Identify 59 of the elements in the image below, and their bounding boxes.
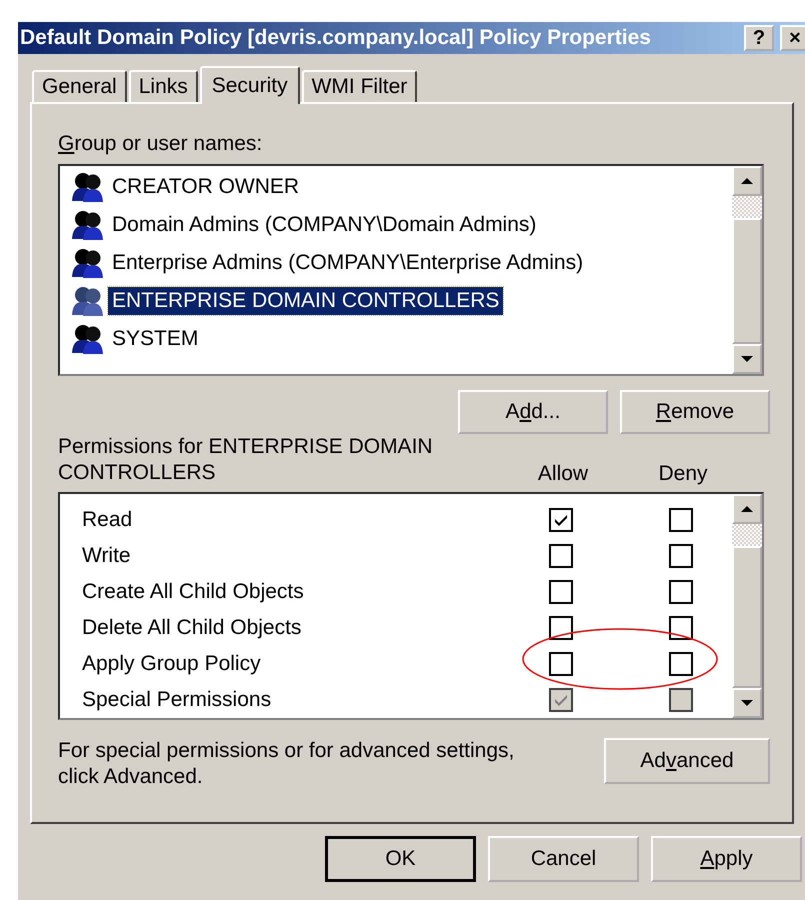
list-item[interactable]: ENTERPRISE DOMAIN CONTROLLERS xyxy=(108,287,504,315)
up-triangle-icon xyxy=(741,178,753,184)
down-triangle-icon xyxy=(741,700,753,706)
users-icon xyxy=(70,209,104,241)
scroll-down-button[interactable] xyxy=(732,688,762,718)
permission-name: Create All Child Objects xyxy=(81,580,305,604)
checkbox[interactable] xyxy=(669,652,693,676)
group-button[interactable]: Add... xyxy=(458,390,608,434)
column-header: Allow xyxy=(536,462,590,486)
down-triangle-icon xyxy=(741,356,753,362)
checkbox[interactable] xyxy=(549,652,573,676)
scroll-up-button[interactable] xyxy=(732,166,762,196)
up-triangle-icon xyxy=(741,506,753,512)
scroll-thumb[interactable] xyxy=(732,218,762,344)
permissions-label: Permissions for ENTERPRISE DOMAIN CONTROLLERS xyxy=(58,434,434,486)
list-item[interactable]: Domain Admins (COMPANY\Domain Admins) xyxy=(108,211,540,239)
tab[interactable]: Security xyxy=(200,66,300,104)
permission-name: Write xyxy=(81,544,132,568)
checkbox[interactable] xyxy=(549,616,573,640)
advanced-hint: For special permissions or for advanced settings, click Advanced. xyxy=(58,738,516,790)
close-button[interactable]: × xyxy=(780,25,805,51)
window-title: Default Domain Policy [devris.company.local] Policy Properties xyxy=(20,26,652,50)
users-icon xyxy=(70,285,104,317)
users-icon xyxy=(70,247,104,279)
advanced-button[interactable]: Advanced xyxy=(604,738,770,784)
scrollbar[interactable] xyxy=(732,166,762,374)
checkbox[interactable] xyxy=(669,616,693,640)
group-list-label: Group or user names: xyxy=(58,132,264,156)
column-header: Deny xyxy=(657,462,709,486)
dialog-button[interactable]: Cancel xyxy=(488,836,639,882)
help-button[interactable]: ? xyxy=(744,25,774,51)
checkbox[interactable] xyxy=(669,508,693,532)
dialog-button[interactable]: Apply xyxy=(651,836,802,882)
scroll-track[interactable] xyxy=(732,524,762,546)
list-item[interactable]: Enterprise Admins (COMPANY\Enterprise Admins) xyxy=(108,249,588,277)
dialog-button[interactable]: OK xyxy=(325,836,476,882)
tab[interactable]: WMI Filter xyxy=(302,70,418,102)
scrollbar[interactable] xyxy=(732,494,762,718)
users-icon xyxy=(70,323,104,355)
list-item[interactable]: SYSTEM xyxy=(108,325,202,353)
permission-name: Delete All Child Objects xyxy=(81,616,302,640)
scroll-up-button[interactable] xyxy=(732,494,762,524)
tab[interactable]: General xyxy=(32,70,127,102)
group-list[interactable]: CREATOR OWNER Domain Admins (COMPANY\Domain Admins) Enterprise Admins (COMPANY\Enterprise Admins) ENTERPRISE DOMAIN CONTROLLERS SYSTEM xyxy=(58,164,764,376)
list-item[interactable]: CREATOR OWNER xyxy=(108,173,304,201)
checkbox[interactable] xyxy=(549,580,573,604)
users-icon xyxy=(70,171,104,203)
checkbox[interactable] xyxy=(669,580,693,604)
scroll-down-button[interactable] xyxy=(732,344,762,374)
checkbox[interactable] xyxy=(669,544,693,568)
scroll-track[interactable] xyxy=(732,196,762,218)
tab[interactable]: Links xyxy=(128,70,198,102)
permission-name: Read xyxy=(81,508,134,532)
permission-name: Special Permissions xyxy=(81,688,272,712)
checkbox[interactable] xyxy=(549,544,573,568)
group-button[interactable]: Remove xyxy=(620,390,770,434)
scroll-thumb[interactable] xyxy=(732,546,762,688)
checkbox[interactable] xyxy=(549,508,573,532)
permission-name: Apply Group Policy xyxy=(81,652,262,676)
